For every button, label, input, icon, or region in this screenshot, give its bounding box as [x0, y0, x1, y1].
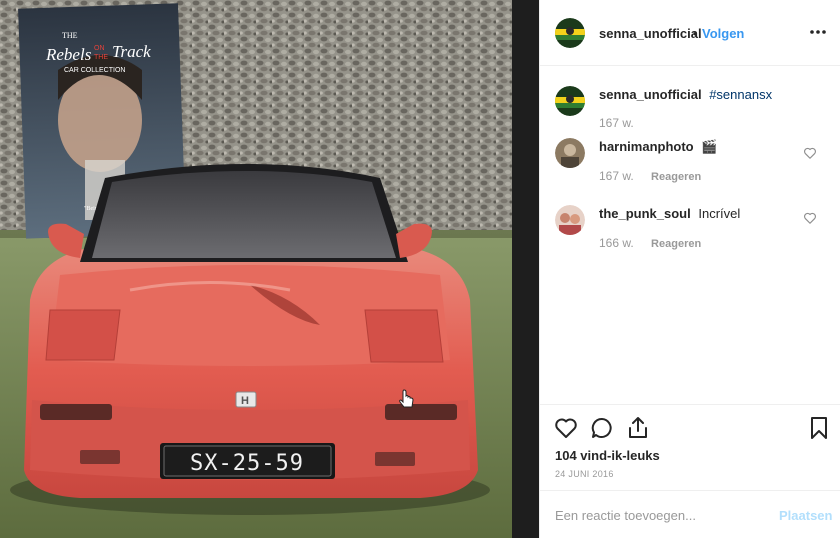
heart-icon[interactable] — [803, 146, 817, 160]
comment-meta: 166 w. Reageren — [599, 236, 701, 250]
like-heart-icon[interactable] — [553, 415, 579, 441]
comment-body: Incrível — [698, 206, 741, 221]
reply-button[interactable]: Reageren — [651, 171, 701, 183]
comment-input[interactable] — [555, 505, 765, 525]
follow-button[interactable]: Volgen — [702, 26, 744, 41]
like-count[interactable]: 104 vind-ik-leuks — [555, 448, 660, 463]
reply-button[interactable]: Reageren — [651, 238, 701, 250]
author-username[interactable]: senna_unofficial — [599, 26, 702, 41]
svg-text:ON: ON — [94, 45, 105, 52]
post-actions: 104 vind-ik-leuks 24 JUNI 2016 Plaatsen — [540, 404, 840, 538]
comment-text: the_punk_soul Incrível — [599, 205, 740, 223]
comment-text: harnimanphoto 🎬 — [599, 138, 717, 156]
svg-text:H: H — [241, 395, 249, 407]
svg-text:Rebels: Rebels — [45, 45, 92, 64]
caption-hashtag[interactable]: #sennansx — [709, 87, 772, 102]
post-photo[interactable]: THE Rebels ON THE Track CAR COLLECTION "… — [0, 0, 539, 538]
comment-time[interactable]: 166 w. — [599, 236, 634, 250]
caption-meta: 167 w. — [599, 116, 634, 130]
svg-text:SX-25-59: SX-25-59 — [190, 451, 304, 476]
bookmark-icon[interactable] — [806, 415, 832, 441]
caption-username[interactable]: senna_unofficial — [599, 87, 702, 102]
comment-username[interactable]: harnimanphoto — [599, 139, 694, 154]
svg-text:THE: THE — [94, 54, 108, 61]
comment-item: the_punk_soul Incrível 166 w. Reageren — [555, 205, 830, 255]
comment-avatar[interactable] — [555, 138, 585, 168]
post-date[interactable]: 24 JUNI 2016 — [555, 469, 614, 479]
post-header: senna_unofficial • Volgen — [540, 0, 840, 66]
more-options-icon[interactable] — [808, 22, 828, 42]
svg-text:Track: Track — [112, 42, 151, 61]
caption-avatar[interactable] — [555, 86, 585, 116]
comment-body: 🎬 — [701, 139, 718, 154]
post-comment-button[interactable]: Plaatsen — [779, 508, 832, 523]
license-plate: SX-25-59 — [160, 443, 335, 479]
comment-avatar[interactable] — [555, 205, 585, 235]
post-side-panel: senna_unofficial • Volgen senna_unoffici… — [539, 0, 840, 538]
separator-dot: • — [693, 26, 698, 41]
author-avatar[interactable] — [555, 18, 585, 48]
svg-text:CAR COLLECTION: CAR COLLECTION — [64, 67, 125, 74]
heart-icon[interactable] — [803, 211, 817, 225]
comment-time[interactable]: 167 w. — [599, 169, 634, 183]
comment-bubble-icon[interactable] — [589, 415, 615, 441]
comment-item: harnimanphoto 🎬 167 w. Reageren — [555, 138, 830, 188]
comment-meta: 167 w. Reageren — [599, 169, 701, 183]
caption-time[interactable]: 167 w. — [599, 116, 634, 130]
comments-list: senna_unofficial #sennansx 167 w. harnim… — [540, 67, 840, 403]
car-photo-image: THE Rebels ON THE Track CAR COLLECTION "… — [0, 0, 539, 538]
svg-text:THE: THE — [62, 31, 78, 40]
comment-username[interactable]: the_punk_soul — [599, 206, 691, 221]
caption: senna_unofficial #sennansx 167 w. — [555, 86, 830, 136]
add-comment-bar: Plaatsen — [540, 490, 840, 538]
share-icon[interactable] — [625, 415, 651, 441]
caption-text: senna_unofficial #sennansx — [599, 86, 772, 104]
